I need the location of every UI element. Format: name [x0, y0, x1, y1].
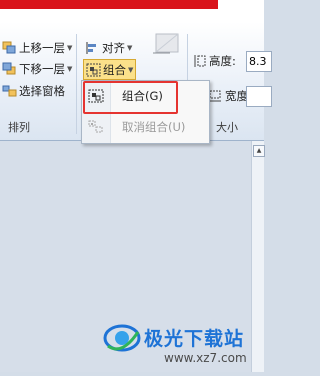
scroll-up-icon[interactable]: ▲: [253, 145, 265, 157]
width-input[interactable]: [246, 86, 272, 107]
align-label: 对齐: [102, 41, 125, 55]
chevron-down-icon: ▼: [128, 65, 134, 74]
group-label: 组合: [103, 62, 126, 77]
watermark-url: www.xz7.com: [164, 351, 247, 365]
crop-button[interactable]: [150, 33, 184, 54]
selection-pane-button[interactable]: 选择窗格: [2, 82, 65, 100]
red-header-bar: [0, 0, 218, 9]
crop-icon: [150, 31, 182, 59]
selection-pane-label: 选择窗格: [19, 84, 65, 98]
group-button[interactable]: 组合 ▼: [83, 59, 137, 80]
bring-forward-icon: [2, 41, 17, 55]
chevron-down-icon: ▼: [67, 65, 73, 73]
height-icon: [192, 54, 207, 68]
watermark-brand: 极光下载站: [144, 328, 245, 350]
height-field-label: 高度:: [192, 52, 236, 70]
send-backward-button[interactable]: 下移一层 ▼: [2, 60, 72, 78]
window-top-strip: [0, 0, 264, 22]
height-label: 高度:: [209, 54, 236, 68]
selection-pane-icon: [2, 84, 17, 98]
bring-forward-label: 上移一层: [19, 41, 65, 55]
ribbon-separator: [76, 34, 77, 134]
arrange-group-label: 排列: [8, 121, 30, 134]
group-icon: [86, 63, 101, 77]
size-group-label: 大小: [216, 121, 238, 134]
send-backward-label: 下移一层: [19, 62, 65, 76]
red-highlight-box: [83, 81, 178, 114]
menu-item-ungroup[interactable]: 取消组合(U): [82, 115, 209, 139]
menu-item-ungroup-label: 取消组合(U): [122, 120, 186, 134]
bring-forward-button[interactable]: 上移一层 ▼: [2, 39, 72, 57]
align-icon: [85, 41, 100, 55]
watermark: 极光下载站 www.xz7.com: [100, 316, 264, 372]
align-button[interactable]: 对齐 ▼: [85, 39, 132, 57]
chevron-down-icon: ▼: [127, 44, 133, 52]
width-icon: [208, 89, 223, 103]
send-backward-icon: [2, 62, 17, 76]
height-input[interactable]: 8.3: [246, 51, 272, 72]
ungroup-icon: [88, 120, 104, 134]
chevron-down-icon: ▼: [67, 44, 73, 52]
